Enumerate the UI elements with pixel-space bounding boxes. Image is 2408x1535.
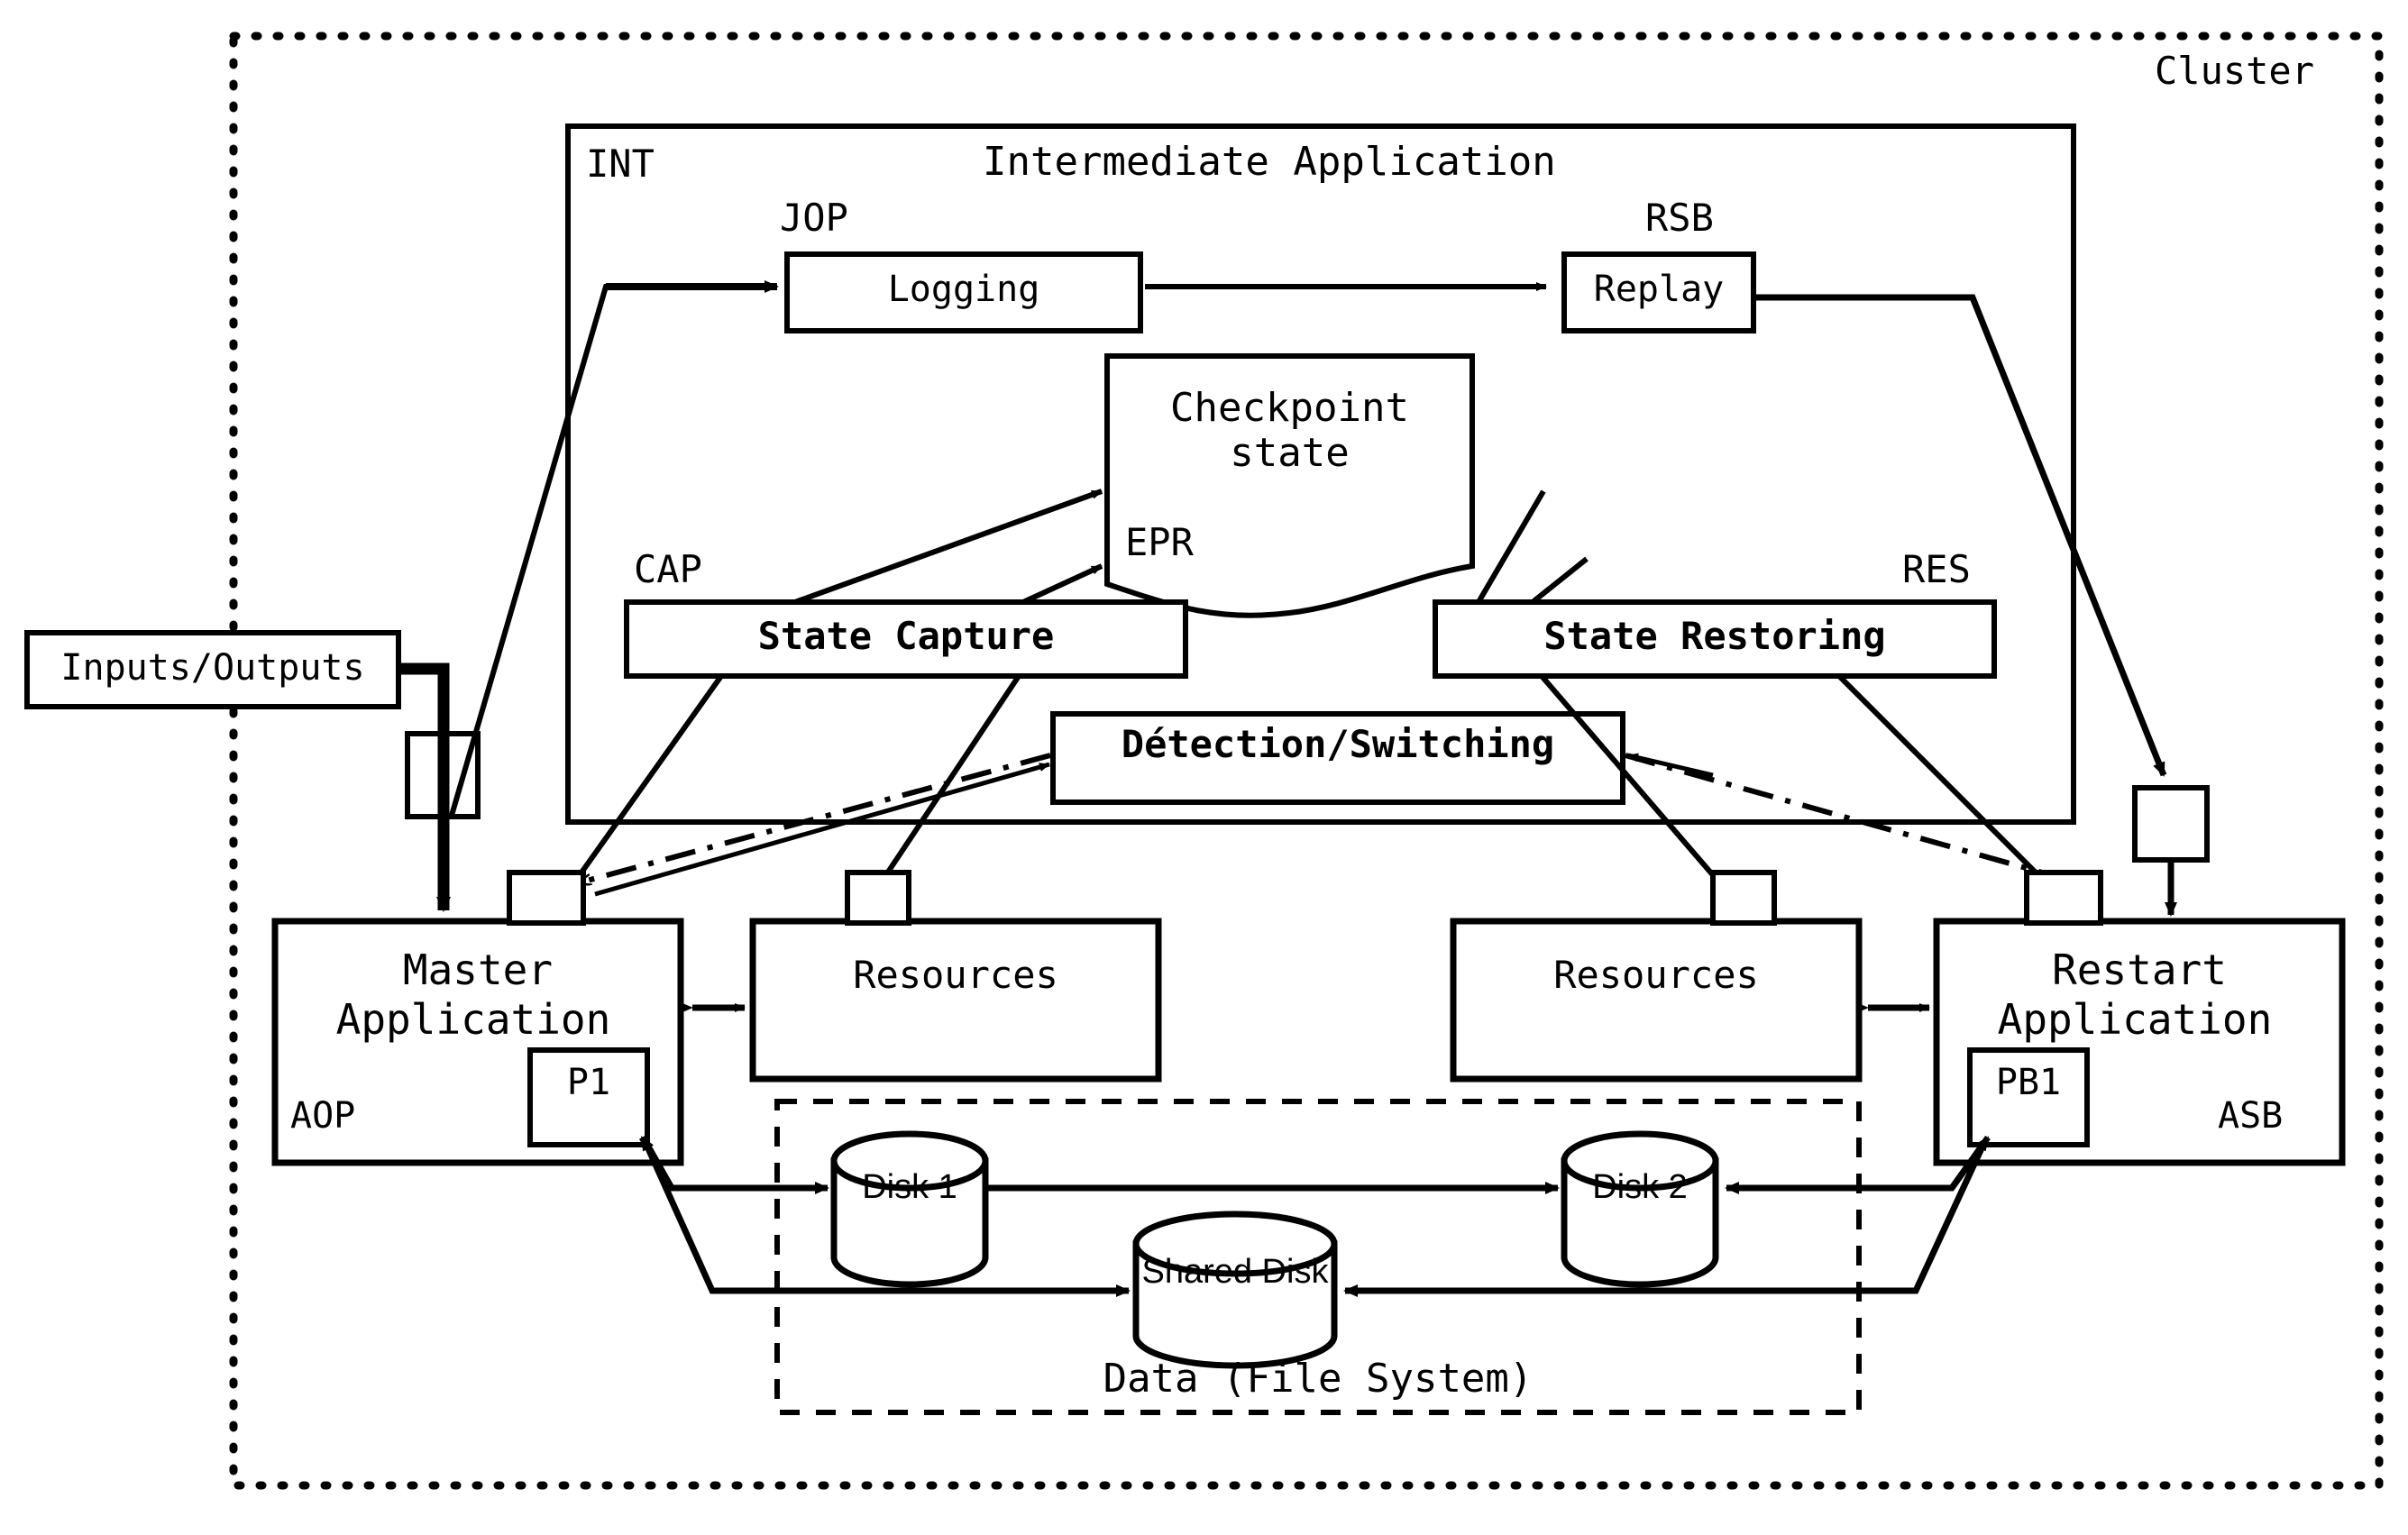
master-application-label-line2: Application (335, 995, 611, 1044)
restart-process-pb1-label: PB1 (1995, 1062, 2062, 1103)
master-port-square (507, 870, 586, 926)
restart-port-square (2024, 870, 2103, 926)
checkpoint-to-restoring-line-2 (1531, 556, 1589, 605)
diagram-canvas: Cluster INT Intermediate Application JOP… (0, 0, 2408, 1535)
jop-tag-label: JOP (780, 196, 848, 240)
state-restoring-label: State Restoring (1543, 614, 1886, 658)
restart-application-label-line1: Restart (2052, 946, 2227, 994)
disk1-label: Disk 1 (862, 1168, 957, 1206)
resources-left-box (749, 918, 1162, 1083)
res-tag-label: RES (1902, 547, 1971, 591)
master-to-detection-arrow (594, 762, 1050, 897)
resources-left-port-square (845, 870, 911, 926)
logging-label: Logging (887, 269, 1040, 310)
aop-tag-label: AOP (290, 1095, 356, 1137)
resources-right-port-square (1710, 870, 1777, 926)
shared-disk-label: Shared Disk (1141, 1253, 1329, 1291)
io-to-logging-line (448, 284, 777, 819)
replay-to-restart-port-line (1753, 294, 2167, 777)
checkpoint-to-restoring-line-1 (1476, 489, 1546, 604)
resources-right-box (1450, 918, 1863, 1083)
disk1-cylinder (830, 1130, 989, 1288)
master-application-label-line1: Master (402, 946, 554, 994)
checkpoint-state-label-line1: Checkpoint (1170, 385, 1409, 431)
intermediate-application-title: Intermediate Application (983, 139, 1556, 185)
restart-application-label-line2: Application (1997, 995, 2273, 1044)
restart-to-detection-arrow (1627, 753, 1714, 778)
state-capture-label: State Capture (757, 614, 1055, 658)
replay-label: Replay (1593, 269, 1725, 310)
detection-to-restart-dashdot-arrow (1625, 753, 2065, 882)
capture-to-master-line (574, 674, 724, 881)
restart-feed-port-square (2132, 785, 2210, 863)
epr-tag-label: EPR (1125, 520, 1194, 564)
disk2-label: Disk 2 (1592, 1168, 1688, 1206)
inputs-outputs-label: Inputs/Outputs (60, 647, 365, 689)
resources-right-label: Resources (1553, 953, 1759, 997)
disk2-cylinder (1561, 1130, 1719, 1288)
checkpoint-state-label-line2: state (1230, 430, 1350, 476)
int-tag-label: INT (586, 142, 655, 186)
cap-tag-label: CAP (634, 547, 702, 591)
data-filesystem-caption: Data (File System) (1103, 1356, 1534, 1402)
rsb-tag-label: RSB (1645, 196, 1714, 240)
master-process-p1-label: P1 (566, 1062, 611, 1103)
capture-to-checkpoint-arrow-2 (1021, 563, 1103, 605)
diagram-vector-layer (24, 32, 2384, 1490)
cluster-label: Cluster (2155, 49, 2315, 93)
detection-switching-label: Détection/Switching (1121, 722, 1555, 766)
resources-left-label: Resources (853, 953, 1058, 997)
restoring-to-restart-arrow (1836, 673, 2067, 904)
asb-tag-label: ASB (2218, 1095, 2284, 1137)
